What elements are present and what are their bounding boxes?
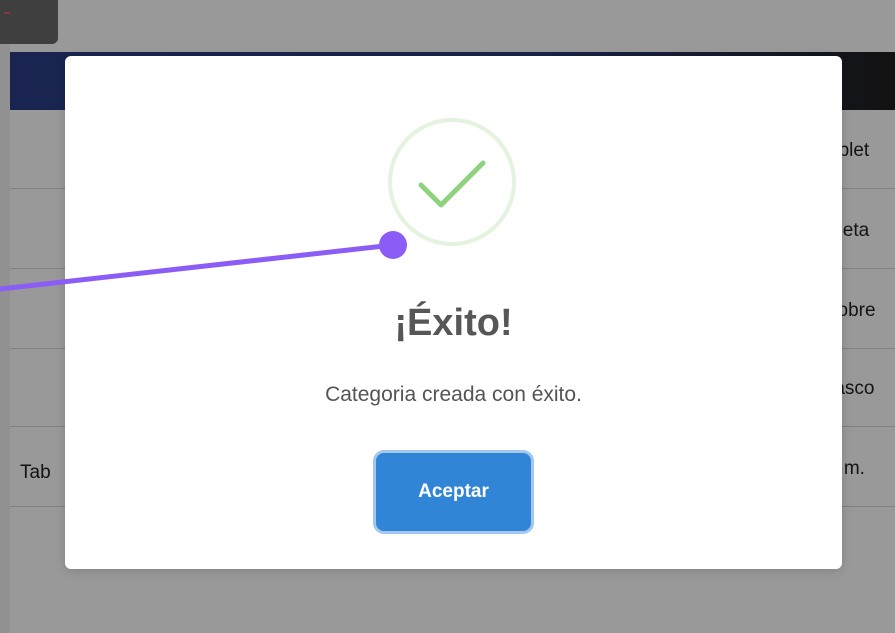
dialog-title: ¡Éxito! — [394, 302, 513, 344]
confirm-button[interactable]: Aceptar — [376, 453, 531, 531]
left-edge — [0, 44, 10, 633]
dialog-message: Categoria creada con éxito. — [325, 383, 582, 406]
success-check-icon — [388, 118, 516, 246]
